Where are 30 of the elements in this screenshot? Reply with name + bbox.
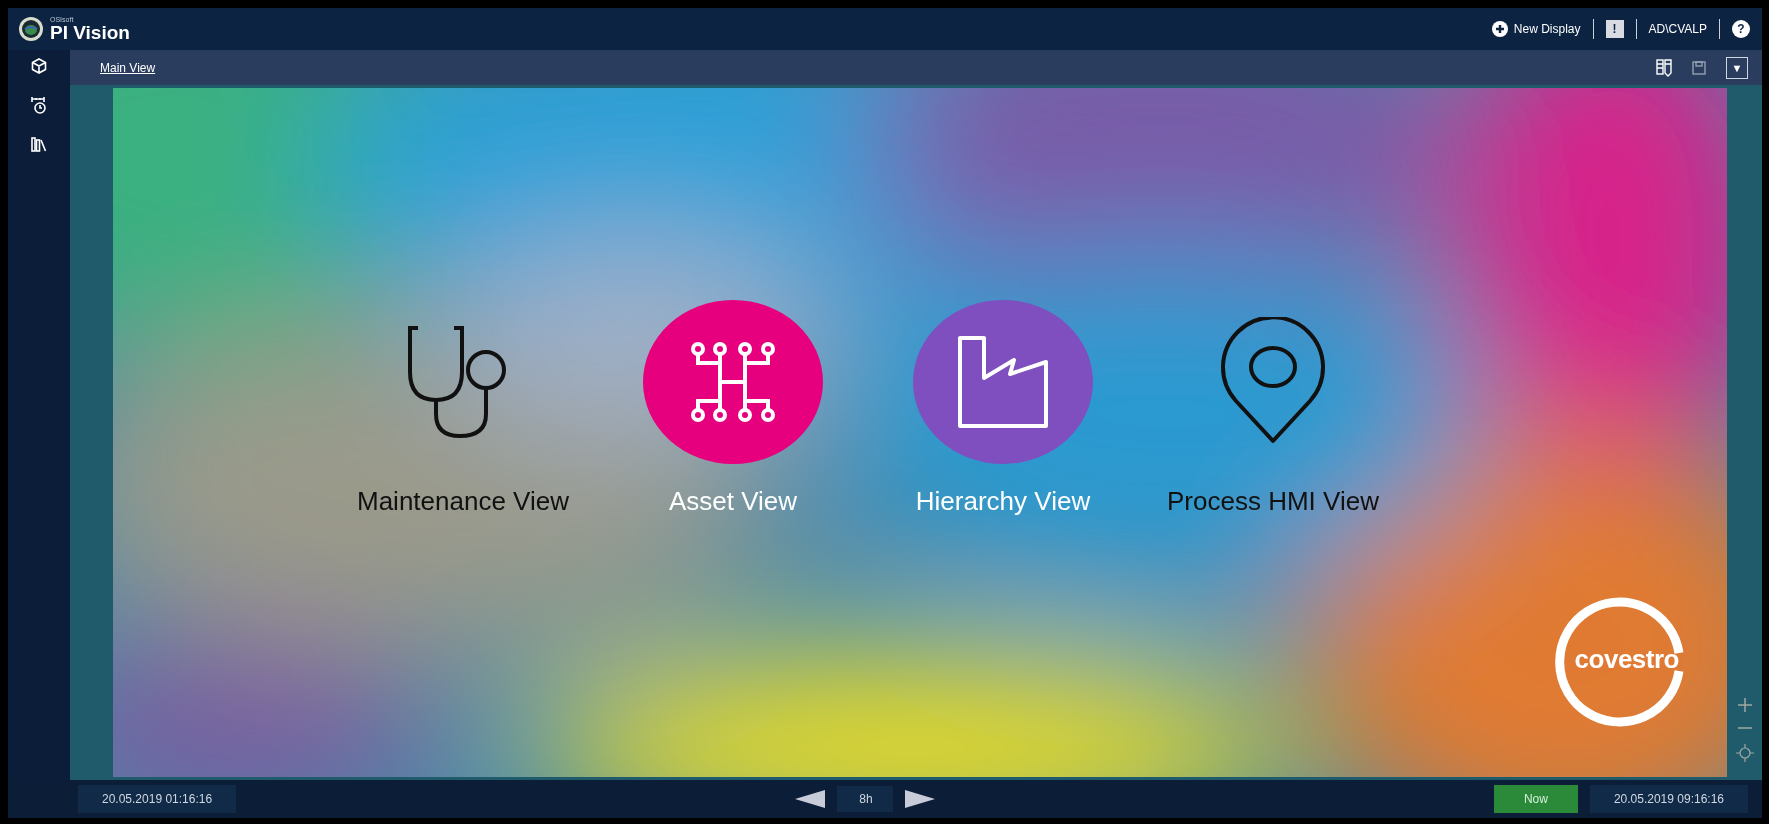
clock-icon[interactable] bbox=[31, 96, 47, 114]
app-title: PI Vision bbox=[50, 23, 130, 42]
view-tile[interactable]: Process HMI View bbox=[1158, 300, 1388, 517]
user-name[interactable]: AD\CVALP bbox=[1648, 22, 1707, 36]
logo-icon bbox=[18, 16, 44, 42]
new-display-button[interactable]: New Display bbox=[1491, 21, 1581, 37]
circuit-icon bbox=[690, 341, 776, 423]
view-tile[interactable]: Maintenance View bbox=[348, 300, 578, 517]
factory-icon bbox=[956, 334, 1050, 430]
breadcrumb-link[interactable]: Main View bbox=[100, 60, 156, 75]
alert-button[interactable]: ! bbox=[1605, 20, 1624, 38]
recenter-icon[interactable] bbox=[1736, 744, 1754, 762]
duration-field[interactable]: 8h bbox=[837, 786, 893, 812]
company-logo-text: covestro bbox=[1574, 644, 1679, 675]
tile-label: Maintenance View bbox=[357, 486, 569, 517]
save-icon[interactable] bbox=[1692, 60, 1706, 75]
books-icon[interactable] bbox=[31, 136, 47, 152]
start-time-field[interactable]: 20.05.2019 01:16:16 bbox=[78, 785, 237, 813]
tile-label: Process HMI View bbox=[1167, 486, 1379, 517]
forward-arrow-icon[interactable] bbox=[904, 790, 935, 808]
cube-icon[interactable] bbox=[31, 58, 47, 74]
tile-label: Asset View bbox=[668, 486, 798, 517]
now-button[interactable]: Now bbox=[1493, 785, 1578, 813]
plus-icon bbox=[1491, 21, 1508, 37]
dropdown-button[interactable]: ▼ bbox=[1726, 56, 1748, 79]
back-arrow-icon[interactable] bbox=[795, 790, 826, 808]
end-time-field[interactable]: 20.05.2019 09:16:16 bbox=[1589, 785, 1748, 813]
columns-icon[interactable] bbox=[1656, 58, 1672, 77]
tile-label: Hierarchy View bbox=[915, 486, 1091, 517]
help-button[interactable]: ? bbox=[1732, 20, 1750, 38]
